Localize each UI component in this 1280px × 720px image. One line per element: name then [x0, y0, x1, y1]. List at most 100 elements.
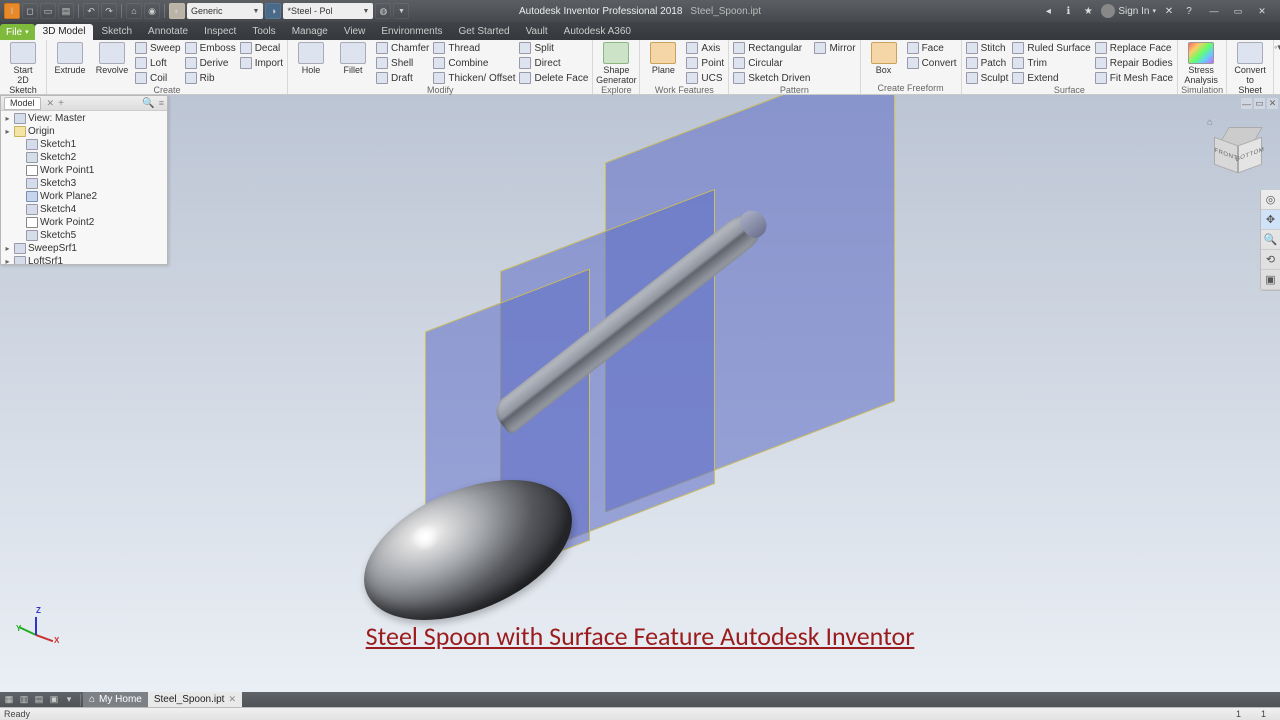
- tab-tools[interactable]: Tools: [244, 24, 283, 40]
- cmd-box[interactable]: Box: [864, 41, 904, 75]
- browser-tab[interactable]: Model: [4, 97, 41, 110]
- cmd-hole[interactable]: Hole: [291, 41, 331, 75]
- tab-manage[interactable]: Manage: [284, 24, 336, 40]
- appearance-icon[interactable]: ◑: [265, 3, 281, 19]
- tree-twisty-icon[interactable]: ▸: [3, 244, 12, 253]
- doctab-icon-1[interactable]: ▦: [2, 693, 16, 706]
- tree-node-sweepsrf1[interactable]: ▸SweepSrf1: [1, 242, 167, 255]
- update-icon[interactable]: ◉: [144, 3, 160, 19]
- tree-twisty-icon[interactable]: ▸: [3, 127, 12, 136]
- cmd-stress-analysis[interactable]: StressAnalysis: [1181, 41, 1221, 85]
- cmd-fillet[interactable]: Fillet: [333, 41, 373, 75]
- cmd-coil[interactable]: Coil: [134, 71, 182, 85]
- material-icon[interactable]: ◐: [169, 3, 185, 19]
- cmd-thread[interactable]: Thread: [432, 41, 516, 55]
- new-icon[interactable]: ◻: [22, 3, 38, 19]
- nav-wheel-icon[interactable]: ◎: [1261, 190, 1280, 210]
- cmd-convert[interactable]: Convert: [906, 56, 958, 70]
- cmd-point[interactable]: Point: [685, 56, 725, 70]
- appearance-adjust-icon[interactable]: ◍: [375, 3, 391, 19]
- tab-annotate[interactable]: Annotate: [140, 24, 196, 40]
- appearance-combo[interactable]: *Steel - Pol▼: [283, 3, 373, 19]
- cmd-emboss[interactable]: Emboss: [184, 41, 237, 55]
- cmd-axis[interactable]: Axis: [685, 41, 725, 55]
- cmd-ucs[interactable]: UCS: [685, 71, 725, 85]
- cmd-combine[interactable]: Combine: [432, 56, 516, 70]
- cmd-face[interactable]: Face: [906, 41, 958, 55]
- tree-twisty-icon[interactable]: ▸: [3, 114, 12, 123]
- tab-environments[interactable]: Environments: [373, 24, 450, 40]
- tree-node-sketch3[interactable]: Sketch3: [1, 177, 167, 190]
- cmd-extrude[interactable]: Extrude: [50, 41, 90, 75]
- cmd-sweep[interactable]: Sweep: [134, 41, 182, 55]
- maximize-button[interactable]: ▭: [1226, 3, 1250, 19]
- cmd-decal[interactable]: Decal: [239, 41, 284, 55]
- doctab-active[interactable]: Steel_Spoon.ipt✕: [148, 692, 242, 707]
- view-cube[interactable]: ⌂ FRONT BOTTOM: [1207, 125, 1262, 180]
- star-icon[interactable]: ★: [1081, 4, 1095, 18]
- nav-lookat-icon[interactable]: ▣: [1261, 270, 1280, 290]
- help-icon[interactable]: ?: [1182, 4, 1196, 18]
- close-button[interactable]: ✕: [1250, 3, 1274, 19]
- open-icon[interactable]: ▭: [40, 3, 56, 19]
- undo-icon[interactable]: ↶: [83, 3, 99, 19]
- cmd-patch[interactable]: Patch: [965, 56, 1010, 70]
- cmd-derive[interactable]: Derive: [184, 56, 237, 70]
- tree-node-origin[interactable]: ▸Origin: [1, 125, 167, 138]
- tab-file[interactable]: File▾: [0, 24, 35, 40]
- doctab-icon-2[interactable]: ▥: [17, 693, 31, 706]
- cmd-direct[interactable]: Direct: [518, 56, 589, 70]
- search-back-icon[interactable]: ◂: [1041, 4, 1055, 18]
- tab-view[interactable]: View: [336, 24, 374, 40]
- tree-node-sketch2[interactable]: Sketch2: [1, 151, 167, 164]
- cmd-sculpt[interactable]: Sculpt: [965, 71, 1010, 85]
- cmd-import[interactable]: Import: [239, 56, 284, 70]
- tree-node-work-point2[interactable]: Work Point2: [1, 216, 167, 229]
- cmd-start-2d-sketch[interactable]: Start2D Sketch: [3, 41, 43, 95]
- ribbon-collapse-icon[interactable]: ◦▾: [1274, 42, 1280, 53]
- tab-autodesk-a360[interactable]: Autodesk A360: [556, 24, 639, 40]
- browser-search-icon[interactable]: 🔍: [142, 98, 154, 109]
- browser-tab-close-icon[interactable]: ✕: [47, 98, 55, 109]
- cmd-delete-face[interactable]: Delete Face: [518, 71, 589, 85]
- browser-add-tab-icon[interactable]: +: [58, 98, 64, 109]
- cmd-circular[interactable]: Circular: [732, 56, 811, 70]
- app-menu-icon[interactable]: I: [4, 3, 20, 19]
- nav-orbit-icon[interactable]: ⟲: [1261, 250, 1280, 270]
- model-tree[interactable]: ▸View: Master▸OriginSketch1Sketch2Work P…: [1, 111, 167, 264]
- cmd-draft[interactable]: Draft: [375, 71, 430, 85]
- doctab-icon-4[interactable]: ▣: [47, 693, 61, 706]
- cmd-chamfer[interactable]: Chamfer: [375, 41, 430, 55]
- cmd-rectangular[interactable]: Rectangular: [732, 41, 811, 55]
- cmd-stitch[interactable]: Stitch: [965, 41, 1010, 55]
- tree-node-sketch5[interactable]: Sketch5: [1, 229, 167, 242]
- cmd-fit-mesh-face[interactable]: Fit Mesh Face: [1094, 71, 1174, 85]
- tab-sketch[interactable]: Sketch: [93, 24, 140, 40]
- cmd-sketch-driven[interactable]: Sketch Driven: [732, 71, 811, 85]
- cmd-rib[interactable]: Rib: [184, 71, 237, 85]
- vp-close-icon[interactable]: ✕: [1267, 98, 1278, 109]
- cmd-ruled-surface[interactable]: Ruled Surface: [1011, 41, 1091, 55]
- doctab-home[interactable]: ⌂ My Home: [83, 692, 148, 707]
- tree-node-loftsrf1[interactable]: ▸LoftSrf1: [1, 255, 167, 264]
- cmd-mirror[interactable]: Mirror: [813, 41, 856, 55]
- cmd-trim[interactable]: Trim: [1011, 56, 1091, 70]
- redo-icon[interactable]: ↷: [101, 3, 117, 19]
- material-combo[interactable]: Generic▼: [187, 3, 263, 19]
- signin-button[interactable]: Sign In▾: [1101, 4, 1156, 18]
- cmd-shell[interactable]: Shell: [375, 56, 430, 70]
- tab-inspect[interactable]: Inspect: [196, 24, 244, 40]
- home-icon[interactable]: ⌂: [126, 3, 142, 19]
- cmd-replace-face[interactable]: Replace Face: [1094, 41, 1174, 55]
- cmd-repair-bodies[interactable]: Repair Bodies: [1094, 56, 1174, 70]
- doctab-icon-5[interactable]: ▾: [62, 693, 76, 706]
- tree-node-sketch4[interactable]: Sketch4: [1, 203, 167, 216]
- tree-node-work-plane2[interactable]: Work Plane2: [1, 190, 167, 203]
- vp-max-icon[interactable]: ▭: [1254, 98, 1265, 109]
- viewport-3d[interactable]: — ▭ ✕ ⌂ FRONT BOTTOM ◎ ✥ 🔍 ⟲ ▣: [0, 95, 1280, 692]
- nav-zoom-icon[interactable]: 🔍: [1261, 230, 1280, 250]
- tab-3d-model[interactable]: 3D Model: [35, 24, 94, 40]
- cmd-thicken-offset[interactable]: Thicken/ Offset: [432, 71, 516, 85]
- tab-get-started[interactable]: Get Started: [450, 24, 517, 40]
- minimize-button[interactable]: —: [1202, 3, 1226, 19]
